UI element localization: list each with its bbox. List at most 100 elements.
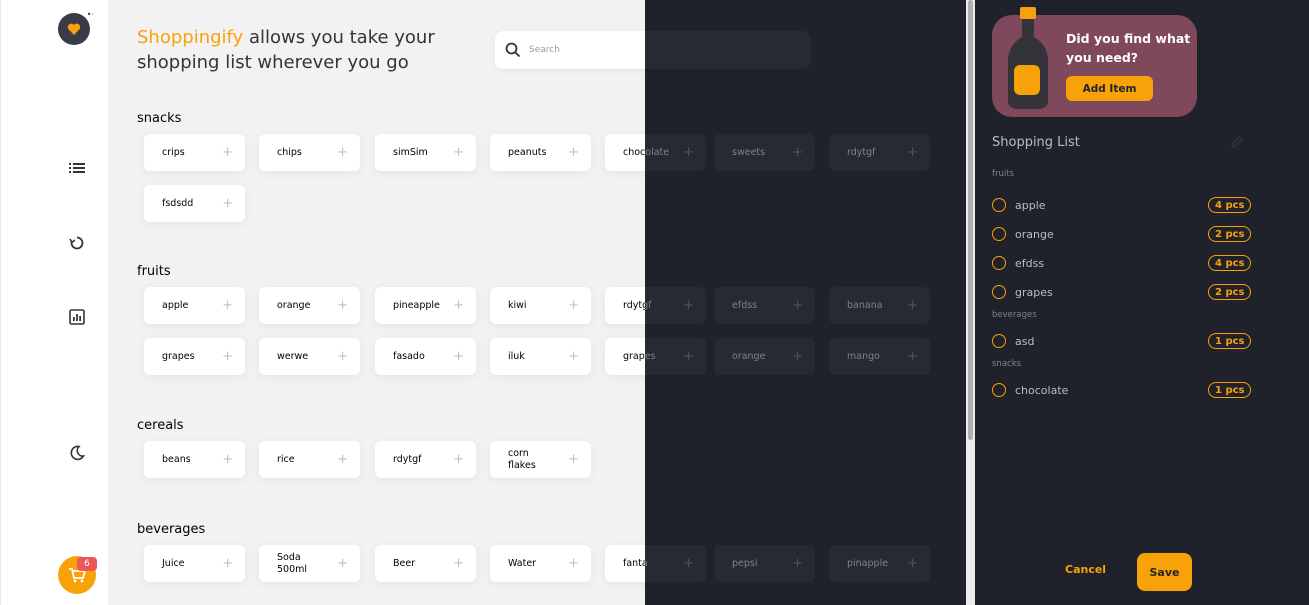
checkbox[interactable] bbox=[992, 334, 1006, 348]
quantity-badge[interactable]: 2 pcs bbox=[1208, 284, 1252, 300]
item-card[interactable]: iluk + bbox=[490, 338, 591, 375]
scrollbar[interactable] bbox=[966, 0, 975, 605]
item-card[interactable]: werwe + bbox=[259, 338, 360, 375]
edit-icon[interactable] bbox=[1230, 135, 1244, 149]
add-to-list-icon[interactable]: + bbox=[337, 452, 348, 467]
checkbox[interactable] bbox=[992, 256, 1006, 270]
add-to-list-icon[interactable]: + bbox=[792, 298, 803, 313]
item-card[interactable]: pinapple + bbox=[829, 545, 930, 582]
list-item[interactable]: efdss 4 pcs bbox=[992, 253, 1252, 273]
add-to-list-icon[interactable]: + bbox=[683, 145, 694, 160]
item-card[interactable]: Soda 500ml + bbox=[259, 545, 360, 582]
checkbox[interactable] bbox=[992, 383, 1006, 397]
item-card[interactable]: simSim + bbox=[375, 134, 476, 171]
quantity-badge[interactable]: 4 pcs bbox=[1208, 197, 1252, 213]
item-card[interactable]: beans + bbox=[144, 441, 245, 478]
list-group-label: beverages bbox=[992, 310, 1037, 320]
add-to-list-icon[interactable]: + bbox=[222, 145, 233, 160]
add-to-list-icon[interactable]: + bbox=[453, 349, 464, 364]
item-card[interactable]: peanuts + bbox=[490, 134, 591, 171]
add-to-list-icon[interactable]: + bbox=[337, 298, 348, 313]
item-card[interactable]: orange + bbox=[259, 287, 360, 324]
item-card[interactable]: corn flakes + bbox=[490, 441, 591, 478]
add-to-list-icon[interactable]: + bbox=[222, 196, 233, 211]
add-to-list-icon[interactable]: + bbox=[222, 452, 233, 467]
item-card[interactable]: Juice + bbox=[144, 545, 245, 582]
add-to-list-icon[interactable]: + bbox=[907, 298, 918, 313]
item-card[interactable]: kiwi + bbox=[490, 287, 591, 324]
add-to-list-icon[interactable]: + bbox=[337, 349, 348, 364]
item-card[interactable]: grapes + bbox=[645, 338, 706, 375]
item-card[interactable]: chocolate + bbox=[645, 134, 706, 171]
moon-icon[interactable] bbox=[67, 443, 87, 463]
item-card[interactable]: rdytgf + bbox=[375, 441, 476, 478]
item-card[interactable]: chips + bbox=[259, 134, 360, 171]
quantity-badge[interactable]: 2 pcs bbox=[1208, 226, 1252, 242]
scrollbar-thumb[interactable] bbox=[968, 0, 973, 440]
add-to-list-icon[interactable]: + bbox=[907, 145, 918, 160]
item-card[interactable]: orange + bbox=[714, 338, 815, 375]
item-card[interactable]: apple + bbox=[144, 287, 245, 324]
item-card[interactable]: efdss + bbox=[714, 287, 815, 324]
add-to-list-icon[interactable]: + bbox=[337, 556, 348, 571]
add-to-list-icon[interactable]: + bbox=[568, 145, 579, 160]
add-to-list-icon[interactable]: + bbox=[453, 145, 464, 160]
item-card[interactable]: pineapple + bbox=[375, 287, 476, 324]
cancel-button[interactable]: Cancel bbox=[1065, 563, 1106, 576]
checkbox[interactable] bbox=[992, 198, 1006, 212]
item-card[interactable]: grapes + bbox=[144, 338, 245, 375]
add-to-list-icon[interactable]: + bbox=[568, 452, 579, 467]
heart-logo-icon[interactable]: •· bbox=[58, 10, 94, 45]
item-card[interactable]: rice + bbox=[259, 441, 360, 478]
add-to-list-icon[interactable]: + bbox=[222, 349, 233, 364]
item-card-name: werwe bbox=[277, 350, 309, 362]
item-card[interactable]: mango + bbox=[829, 338, 930, 375]
add-to-list-icon[interactable]: + bbox=[907, 556, 918, 571]
add-to-list-icon[interactable]: + bbox=[792, 349, 803, 364]
item-card[interactable]: rdytgf + bbox=[645, 287, 706, 324]
add-to-list-icon[interactable]: + bbox=[792, 145, 803, 160]
item-card[interactable]: Beer + bbox=[375, 545, 476, 582]
add-to-list-icon[interactable]: + bbox=[337, 145, 348, 160]
item-card[interactable]: fanta + bbox=[645, 545, 706, 582]
add-item-button[interactable]: Add Item bbox=[1066, 76, 1153, 101]
item-card[interactable]: fasado + bbox=[375, 338, 476, 375]
item-card-name: pinapple bbox=[847, 558, 889, 569]
list-item[interactable]: asd 1 pcs bbox=[992, 331, 1252, 351]
quantity-badge[interactable]: 1 pcs bbox=[1208, 333, 1252, 349]
quantity-badge[interactable]: 1 pcs bbox=[1208, 382, 1252, 398]
add-to-list-icon[interactable]: + bbox=[453, 452, 464, 467]
item-card-name: iluk bbox=[508, 350, 525, 362]
item-card[interactable]: rdytgf + bbox=[829, 134, 930, 171]
add-to-list-icon[interactable]: + bbox=[453, 298, 464, 313]
save-button[interactable]: Save bbox=[1137, 553, 1192, 591]
add-to-list-icon[interactable]: + bbox=[792, 556, 803, 571]
add-to-list-icon[interactable]: + bbox=[683, 349, 694, 364]
quantity-badge[interactable]: 4 pcs bbox=[1208, 255, 1252, 271]
item-card[interactable]: crips + bbox=[144, 134, 245, 171]
list-item[interactable]: chocolate 1 pcs bbox=[992, 380, 1252, 400]
history-icon[interactable] bbox=[67, 233, 87, 253]
checkbox[interactable] bbox=[992, 227, 1006, 241]
add-to-list-icon[interactable]: + bbox=[222, 556, 233, 571]
checkbox[interactable] bbox=[992, 285, 1006, 299]
statistics-icon[interactable] bbox=[67, 307, 87, 327]
add-to-list-icon[interactable]: + bbox=[568, 349, 579, 364]
add-to-list-icon[interactable]: + bbox=[907, 349, 918, 364]
list-item[interactable]: grapes 2 pcs bbox=[992, 282, 1252, 302]
list-item[interactable]: orange 2 pcs bbox=[992, 224, 1252, 244]
item-card[interactable]: banana + bbox=[829, 287, 930, 324]
add-to-list-icon[interactable]: + bbox=[683, 298, 694, 313]
list-icon[interactable] bbox=[67, 158, 87, 178]
add-to-list-icon[interactable]: + bbox=[683, 556, 694, 571]
item-card[interactable]: pepsi + bbox=[714, 545, 815, 582]
item-card[interactable]: Water + bbox=[490, 545, 591, 582]
add-to-list-icon[interactable]: + bbox=[568, 298, 579, 313]
list-item[interactable]: apple 4 pcs bbox=[992, 195, 1252, 215]
item-card[interactable]: sweets + bbox=[714, 134, 815, 171]
add-to-list-icon[interactable]: + bbox=[453, 556, 464, 571]
add-to-list-icon[interactable]: + bbox=[568, 556, 579, 571]
item-card[interactable]: fsdsdd + bbox=[144, 185, 245, 222]
add-item-promo: Did you find what you need? Add Item bbox=[992, 7, 1197, 117]
add-to-list-icon[interactable]: + bbox=[222, 298, 233, 313]
